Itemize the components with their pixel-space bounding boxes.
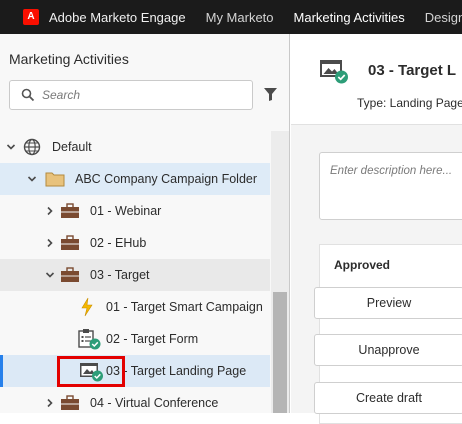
tree-panel: Marketing Activities Search Default ABC …: [0, 34, 290, 413]
form-approved-icon: [78, 329, 101, 350]
chevron-down-icon[interactable]: [27, 174, 37, 184]
search-placeholder: Search: [42, 88, 81, 102]
tree-item-label: ABC Company Campaign Folder: [75, 172, 258, 186]
asset-type: Type: Landing Page: [357, 96, 462, 110]
scrollbar-thumb[interactable]: [273, 292, 287, 413]
create-draft-button[interactable]: Create draft: [314, 382, 462, 414]
status-label: Approved: [334, 258, 391, 272]
tree-item-webinar[interactable]: 01 - Webinar: [0, 195, 270, 227]
nav-tab-marketing-activities[interactable]: Marketing Activities: [284, 0, 415, 34]
tree-item-default[interactable]: Default: [0, 131, 270, 163]
preview-button[interactable]: Preview: [314, 287, 462, 319]
chevron-right-icon[interactable]: [45, 238, 55, 248]
chevron-right-icon[interactable]: [45, 206, 55, 216]
tree-item-label: 01 - Target Smart Campaign: [106, 300, 263, 314]
tree-item-label: 04 - Virtual Conference: [90, 396, 219, 410]
asset-title: 03 - Target L: [368, 62, 457, 79]
program-briefcase-icon: [61, 203, 79, 218]
filter-icon[interactable]: [263, 87, 278, 102]
program-briefcase-icon: [61, 267, 79, 282]
tree-item-label: 02 - EHub: [90, 236, 147, 250]
landing-page-approved-icon: [320, 60, 348, 84]
description-field[interactable]: Enter description here...: [319, 152, 462, 220]
tree-item-label: 02 - Target Form: [106, 332, 199, 346]
brand-name: Adobe Marketo Engage: [49, 9, 186, 25]
program-briefcase-icon: [61, 395, 79, 410]
tree-item-campaign-folder[interactable]: ABC Company Campaign Folder: [0, 163, 270, 195]
unapprove-button[interactable]: Unapprove: [314, 334, 462, 366]
details-panel: 03 - Target L Type: Landing Page Enter d…: [291, 34, 462, 424]
details-header: 03 - Target L Type: Landing Page: [291, 34, 462, 125]
tree-item-smart-campaign[interactable]: 01 - Target Smart Campaign: [0, 291, 270, 323]
chevron-down-icon[interactable]: [45, 270, 55, 280]
tree-item-target[interactable]: 03 - Target: [0, 259, 270, 291]
lightning-icon: [81, 297, 93, 317]
tree-item-virtual-conference[interactable]: 04 - Virtual Conference: [0, 387, 270, 419]
search-input[interactable]: Search: [9, 80, 253, 110]
tree-item-label: 01 - Webinar: [90, 204, 162, 218]
tree-item-ehub[interactable]: 02 - EHub: [0, 227, 270, 259]
description-placeholder: Enter description here...: [330, 165, 453, 177]
nav-tab-design-studio[interactable]: Design Stu: [415, 0, 462, 34]
tree-item-label: 03 - Target Landing Page: [106, 364, 247, 378]
nav-tab-my-marketo[interactable]: My Marketo: [196, 0, 284, 34]
tree-item-label: Default: [52, 140, 92, 154]
globe-icon: [23, 138, 41, 156]
program-briefcase-icon: [61, 235, 79, 250]
tree-item-label: 03 - Target: [90, 268, 150, 282]
brand[interactable]: A Adobe Marketo Engage: [0, 0, 186, 34]
activity-tree: Default ABC Company Campaign Folder 01 -…: [0, 131, 270, 419]
annotation-highlight-box: [57, 356, 125, 387]
adobe-logo-icon: A: [23, 9, 39, 25]
tree-item-landing-page[interactable]: 03 - Target Landing Page: [0, 355, 270, 387]
folder-icon: [45, 172, 65, 187]
search-icon: [21, 88, 35, 102]
chevron-down-icon[interactable]: [6, 142, 16, 152]
panel-title: Marketing Activities: [9, 51, 129, 67]
chevron-right-icon[interactable]: [45, 398, 55, 408]
top-nav-bar: A Adobe Marketo Engage My Marketo Market…: [0, 0, 462, 34]
tree-item-form[interactable]: 02 - Target Form: [0, 323, 270, 355]
